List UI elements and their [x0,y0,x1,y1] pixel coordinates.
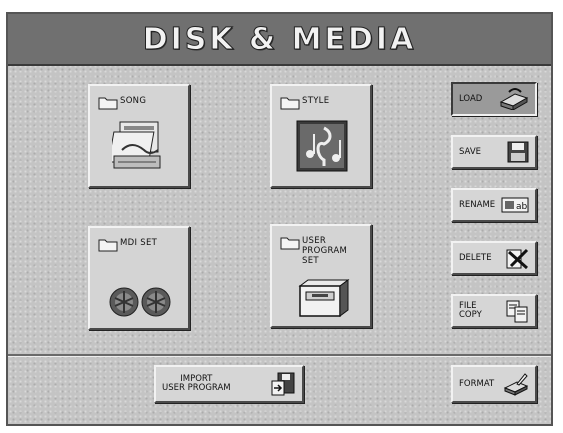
import-label: IMPORT USER PROGRAM [162,374,231,393]
rename-ab-icon: ab [501,197,529,213]
rename-button[interactable]: RENAME ab [451,188,537,222]
save-label: SAVE [459,146,482,157]
format-label: FORMAT [459,378,495,389]
song-button[interactable]: SONG [88,84,190,188]
delete-x-icon [506,248,529,270]
import-user-program-button[interactable]: IMPORT USER PROGRAM [154,365,304,403]
song-label: SONG [120,96,147,106]
screen-title: DISK & MEDIA [142,21,417,57]
user-program-set-button[interactable]: USER PROGRAM SET [270,224,372,328]
mdiset-label: MDI SET [120,238,158,248]
disk-pair-icon [109,287,171,317]
import-disk-icon [271,372,295,396]
folder-icon [98,97,118,110]
load-label: LOAD [459,93,483,104]
mdiset-button[interactable]: MDI SET [88,226,190,330]
load-disk-icon [499,88,529,110]
style-label: STYLE [302,96,330,106]
bottom-divider [8,354,551,357]
style-button[interactable]: STYLE [270,84,372,188]
song-files-icon [112,121,161,169]
music-notes-icon [296,120,348,172]
svg-text:ab: ab [516,202,528,212]
folder-icon [280,237,300,250]
delete-button[interactable]: DELETE [451,241,537,275]
format-disk-icon [503,373,529,396]
save-button[interactable]: SAVE [451,135,537,169]
copy-pages-icon [506,300,528,323]
title-bar: DISK & MEDIA [8,14,551,66]
file-copy-label: FILE COPY [459,301,482,320]
file-box-icon [298,279,350,317]
delete-label: DELETE [459,252,492,263]
file-copy-button[interactable]: FILE COPY [451,294,537,328]
rename-label: RENAME [459,199,496,210]
load-button[interactable]: LOAD [451,82,537,116]
disk-media-screen: DISK & MEDIA SONG STYLE MDI SET USER PRO… [6,12,553,426]
floppy-disk-icon [507,141,529,163]
folder-icon [98,239,118,252]
folder-icon [280,97,300,110]
format-button[interactable]: FORMAT [451,365,537,403]
user-program-set-label: USER PROGRAM SET [302,236,348,266]
